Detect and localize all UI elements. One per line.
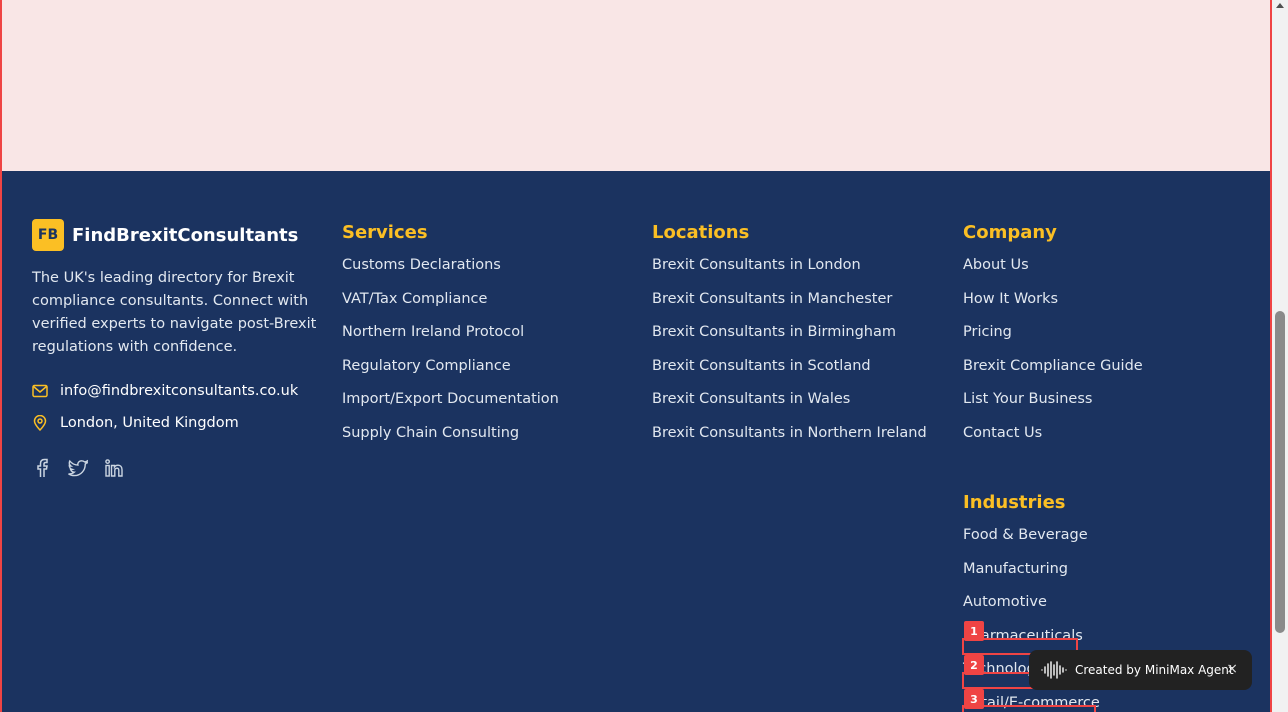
contact-location: London, United Kingdom bbox=[32, 415, 239, 431]
contact-location-text: London, United Kingdom bbox=[60, 415, 239, 431]
contact-email[interactable]: info@findbrexitconsultants.co.uk bbox=[32, 383, 298, 399]
scrollbar-thumb[interactable] bbox=[1275, 311, 1285, 633]
company-heading: Company bbox=[963, 222, 1057, 243]
agent-badge[interactable]: Created by MiniMax Agent × bbox=[1029, 650, 1252, 690]
services-link[interactable]: Customs Declarations bbox=[342, 255, 559, 289]
services-link[interactable]: Northern Ireland Protocol bbox=[342, 322, 559, 356]
highlight-number: 2 bbox=[964, 655, 984, 675]
locations-link[interactable]: Brexit Consultants in Scotland bbox=[652, 356, 927, 390]
footer-brand[interactable]: FB FindBrexitConsultants bbox=[32, 219, 298, 251]
linkedin-icon[interactable] bbox=[104, 458, 124, 478]
locations-link[interactable]: Brexit Consultants in London bbox=[652, 255, 927, 289]
scroll-up-arrow-icon[interactable] bbox=[1276, 3, 1284, 8]
company-link[interactable]: About Us bbox=[963, 255, 1143, 289]
locations-link[interactable]: Brexit Consultants in Manchester bbox=[652, 289, 927, 323]
services-link[interactable]: Supply Chain Consulting bbox=[342, 423, 559, 457]
brand-name: FindBrexitConsultants bbox=[72, 224, 299, 246]
company-link[interactable]: Contact Us bbox=[963, 423, 1143, 457]
agent-badge-label: Created by MiniMax Agent bbox=[1075, 663, 1234, 677]
mail-icon bbox=[32, 383, 48, 399]
locations-heading: Locations bbox=[652, 222, 750, 243]
locations-link[interactable]: Brexit Consultants in Wales bbox=[652, 389, 927, 423]
page-content-area bbox=[0, 0, 1272, 171]
company-column: Company About Us How It Works Pricing Br… bbox=[963, 222, 1143, 457]
close-icon[interactable]: × bbox=[1226, 661, 1238, 677]
footer-about-text: The UK's leading directory for Brexit co… bbox=[32, 270, 317, 355]
social-links bbox=[32, 458, 140, 478]
facebook-icon[interactable] bbox=[32, 458, 52, 478]
twitter-icon[interactable] bbox=[68, 458, 88, 478]
highlight-number: 3 bbox=[964, 689, 984, 709]
map-pin-icon bbox=[32, 415, 48, 431]
highlight-number: 1 bbox=[964, 621, 984, 641]
company-link[interactable]: How It Works bbox=[963, 289, 1143, 323]
scrollbar[interactable] bbox=[1272, 0, 1288, 712]
services-heading: Services bbox=[342, 222, 428, 243]
locations-link[interactable]: Brexit Consultants in Northern Ireland bbox=[652, 423, 927, 457]
brand-logo: FB bbox=[32, 219, 64, 251]
sound-wave-icon bbox=[1041, 661, 1067, 679]
contact-email-text: info@findbrexitconsultants.co.uk bbox=[60, 383, 299, 399]
company-link[interactable]: Brexit Compliance Guide bbox=[963, 356, 1143, 390]
company-link[interactable]: List Your Business bbox=[963, 389, 1143, 423]
industries-link[interactable]: Manufacturing bbox=[963, 559, 1100, 593]
company-link[interactable]: Pricing bbox=[963, 322, 1143, 356]
industries-heading: Industries bbox=[963, 492, 1066, 513]
services-link[interactable]: Regulatory Compliance bbox=[342, 356, 559, 390]
services-column: Services Customs Declarations VAT/Tax Co… bbox=[342, 222, 559, 457]
locations-link[interactable]: Brexit Consultants in Birmingham bbox=[652, 322, 927, 356]
industries-link[interactable]: Food & Beverage bbox=[963, 525, 1100, 559]
services-link[interactable]: Import/Export Documentation bbox=[342, 389, 559, 423]
services-link[interactable]: VAT/Tax Compliance bbox=[342, 289, 559, 323]
locations-column: Locations Brexit Consultants in London B… bbox=[652, 222, 927, 457]
